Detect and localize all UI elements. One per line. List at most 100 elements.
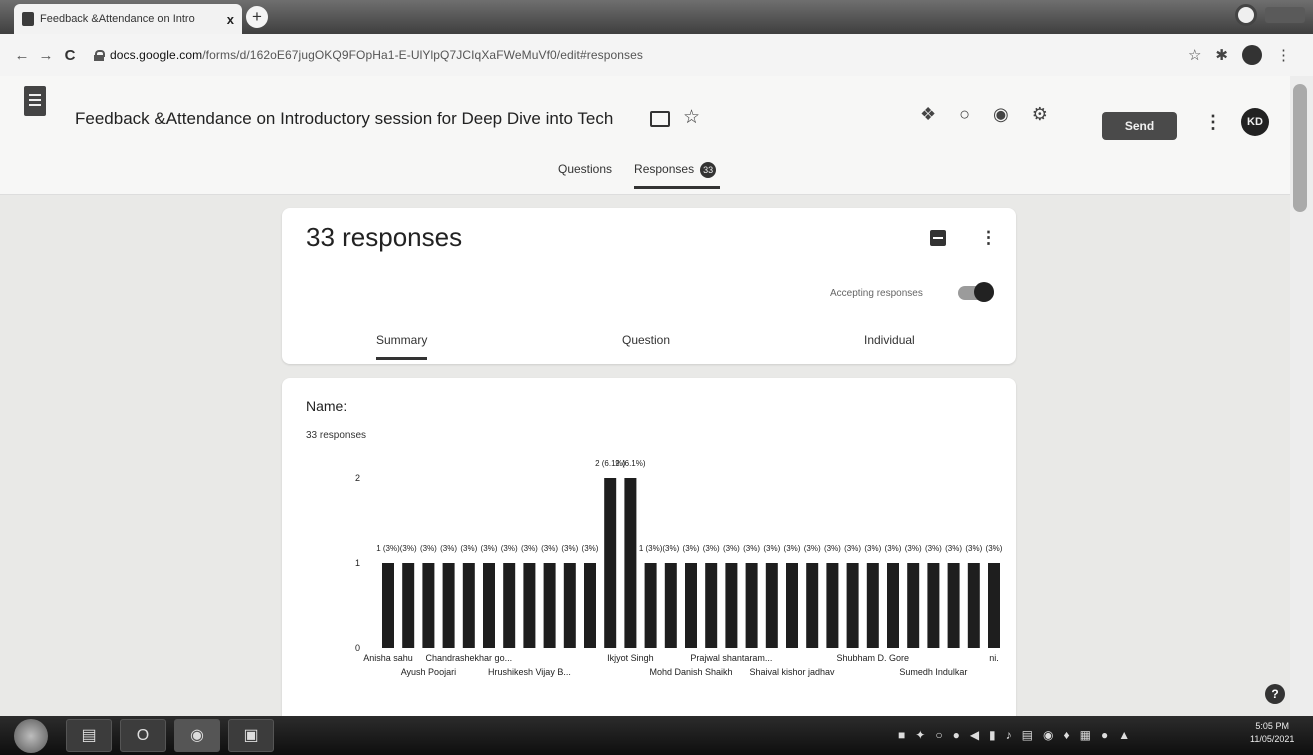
chart-bar [402, 563, 415, 648]
window-controls [1235, 4, 1305, 26]
chart-bar [745, 563, 758, 648]
chart-bar [442, 563, 455, 648]
tab-questions[interactable]: Questions [558, 162, 612, 189]
forms-header: Feedback &Attendance on Introductory ses… [0, 76, 1290, 195]
help-icon[interactable]: ? [1265, 684, 1285, 704]
bar-value-label: (3%) [784, 544, 801, 553]
opera-icon[interactable]: O [120, 719, 166, 752]
subtab-summary[interactable]: Summary [376, 333, 428, 360]
x-axis-label: Hrushikesh Vijay B... [488, 667, 571, 677]
settings-gear-icon[interactable]: ⚙ [1032, 104, 1048, 125]
app-window-icon[interactable]: ▣ [228, 719, 274, 752]
browser-tab-strip: Feedback &Attendance on Intro x + [0, 0, 1313, 34]
chart-bar [826, 563, 839, 648]
main-tabs: Questions Responses 33 [558, 162, 721, 189]
tray-icon[interactable]: ▤ [1022, 728, 1033, 742]
clock-time: 5:05 PM [1255, 721, 1289, 731]
chart-bar [967, 563, 980, 648]
bar-value-label: (3%) [885, 544, 902, 553]
tray-icon[interactable]: ● [1101, 728, 1108, 742]
extension-pin-icon[interactable]: ✱ [1215, 46, 1228, 64]
bar-value-label: (3%) [925, 544, 942, 553]
star-icon[interactable]: ☆ [683, 106, 700, 129]
forward-icon[interactable]: → [34, 47, 58, 64]
bar-value-label: (3%) [541, 544, 558, 553]
volume-icon[interactable]: ♪ [1006, 728, 1012, 742]
url-field[interactable]: docs.google.com/forms/d/162oE67jugOKQ9FO… [110, 48, 643, 62]
x-axis-label: ni. [989, 653, 999, 663]
tray-icon[interactable]: ● [953, 728, 960, 742]
browser-menu-icon[interactable]: ⋮ [1276, 46, 1291, 64]
tray-icon[interactable]: ✦ [915, 728, 925, 742]
close-tab-icon[interactable]: x [227, 12, 234, 27]
chrome-icon[interactable]: ◉ [174, 719, 220, 752]
chart-bar [483, 563, 495, 648]
tray-icon[interactable]: ♦ [1063, 728, 1069, 742]
window-buttons[interactable] [1265, 7, 1305, 23]
form-title[interactable]: Feedback &Attendance on Introductory ses… [75, 109, 613, 129]
bar-value-label: (3%) [844, 544, 861, 553]
bar-value-label: (3%) [420, 544, 437, 553]
new-tab-button[interactable]: + [246, 6, 268, 28]
file-explorer-icon[interactable]: ▤ [66, 719, 112, 752]
subtab-question[interactable]: Question [622, 333, 670, 347]
tray-icon[interactable]: ◀ [970, 728, 979, 742]
chart-bar [503, 563, 516, 648]
tray-icon[interactable]: ■ [898, 728, 905, 742]
profile-icon[interactable] [1235, 4, 1257, 26]
chart-bar [523, 563, 536, 648]
chart-bar [685, 563, 697, 648]
y-tick-label: 0 [355, 643, 360, 653]
bar-value-label: (3%) [501, 544, 518, 553]
account-avatar[interactable]: KD [1241, 108, 1269, 136]
start-button-icon[interactable] [14, 719, 48, 753]
responses-count-badge: 33 [700, 162, 717, 178]
network-icon[interactable]: ▲ [1118, 728, 1130, 742]
y-tick-label: 1 [355, 558, 360, 568]
bookmark-star-icon[interactable]: ☆ [1188, 46, 1201, 64]
system-clock[interactable]: 5:05 PM 11/05/2021 [1250, 720, 1294, 746]
google-forms-logo-icon[interactable] [24, 86, 46, 116]
tray-icon[interactable]: ▦ [1080, 728, 1091, 742]
response-count-title: 33 responses [306, 222, 463, 252]
browser-tab[interactable]: Feedback &Attendance on Intro x [14, 4, 242, 34]
bar-value-label: (3%) [763, 544, 780, 553]
spreadsheet-icon[interactable] [930, 230, 946, 246]
folder-icon[interactable] [650, 111, 670, 127]
browser-avatar-icon[interactable] [1242, 45, 1262, 65]
header-icon-group: ❖ ○ ◉ ⚙ [920, 104, 1048, 125]
preview-eye-icon[interactable]: ◉ [993, 104, 1009, 125]
tray-icon[interactable]: ◉ [1043, 728, 1053, 742]
scrollbar-thumb[interactable] [1293, 84, 1307, 212]
chart-bar [624, 478, 637, 648]
chart-bar [422, 563, 435, 648]
chart-bar [382, 563, 394, 648]
windows-taskbar: ▤ O ◉ ▣ ■ ✦ ○ ● ◀ ▮ ♪ ▤ ◉ ♦ ▦ ● ▲ 5:05 P… [0, 716, 1313, 755]
subtab-individual[interactable]: Individual [864, 333, 915, 347]
tray-icon[interactable]: ○ [935, 728, 942, 742]
bar-value-label: (3%) [521, 544, 538, 553]
lock-icon[interactable] [94, 49, 105, 61]
bar-value-label: (3%) [662, 544, 679, 553]
tab-responses[interactable]: Responses 33 [634, 162, 721, 189]
reload-icon[interactable]: C [58, 47, 82, 64]
addon-puzzle-icon[interactable]: ❖ [920, 104, 936, 125]
bar-value-label: (3%) [864, 544, 881, 553]
tray-icon[interactable]: ▮ [989, 728, 996, 742]
chart-bar [664, 563, 677, 648]
more-vert-icon[interactable]: ⋮ [1204, 112, 1222, 133]
chart-bar [988, 563, 1000, 648]
bar-value-label: (3%) [905, 544, 922, 553]
x-axis-label: Sumedh Indulkar [899, 667, 967, 677]
bar-value-label: (3%) [965, 544, 982, 553]
tab-responses-label: Responses [634, 162, 695, 176]
send-button[interactable]: Send [1102, 112, 1177, 140]
back-icon[interactable]: ← [10, 47, 34, 64]
chart-bar [705, 563, 718, 648]
responses-more-icon[interactable]: ⋮ [980, 228, 997, 248]
bar-value-label: (3%) [561, 544, 578, 553]
x-axis-label: Ayush Poojari [401, 667, 456, 677]
toggle-knob[interactable] [974, 282, 994, 302]
chart-bar [947, 563, 960, 648]
palette-icon[interactable]: ○ [959, 104, 970, 125]
